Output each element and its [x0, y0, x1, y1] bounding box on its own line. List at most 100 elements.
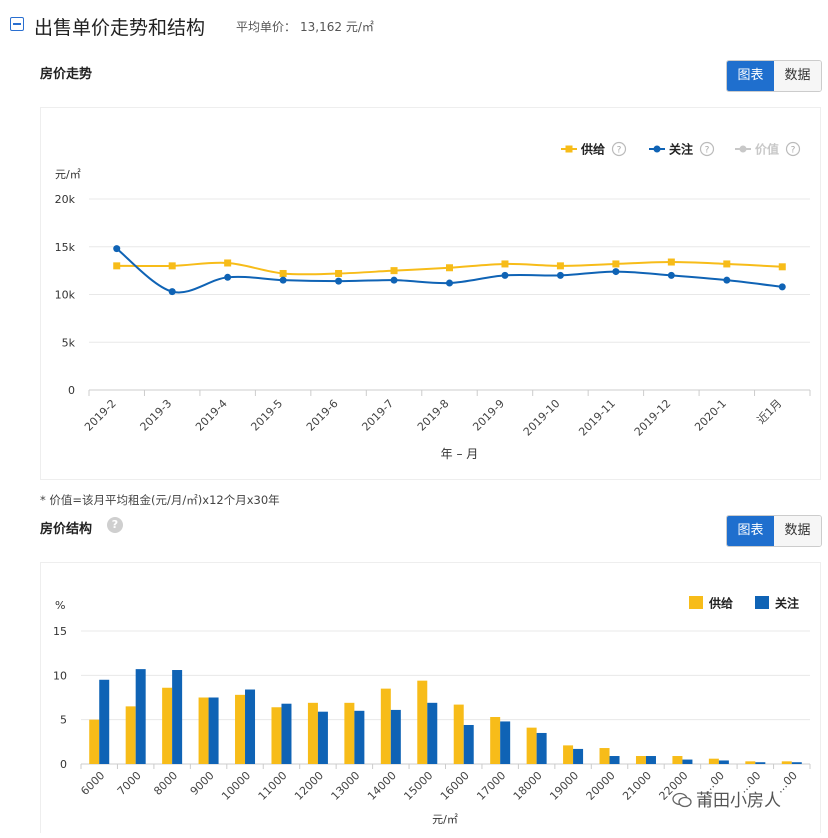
data-point [224, 273, 232, 281]
structure-section-title: 房价结构 [40, 522, 93, 537]
data-point [667, 258, 675, 266]
bar [99, 679, 110, 764]
x-tick-label: 21000 [620, 769, 654, 803]
x-tick-label: 2019-10 [521, 397, 563, 439]
bar [198, 697, 209, 764]
x-tick-label: 2019-8 [415, 397, 452, 434]
data-point [667, 271, 675, 279]
bar [573, 748, 584, 764]
y-tick-label: 0 [60, 758, 67, 771]
trend-chart-button[interactable]: 图表 [727, 61, 774, 91]
legend-label: 供给 [708, 596, 733, 611]
x-tick-label: 2019-7 [359, 397, 396, 434]
y-tick-label: 20k [55, 193, 76, 206]
average-price-label: 平均单价： [236, 20, 297, 34]
data-point [335, 269, 343, 277]
x-tick-label: 2019-4 [193, 397, 230, 434]
x-tick-label: 2019-11 [576, 397, 618, 439]
trend-data-button[interactable]: 数据 [774, 61, 821, 91]
bar [453, 704, 464, 764]
structure-view-toggle: 图表 数据 [726, 515, 822, 547]
average-price: 平均单价： 13,162 元/㎡ [236, 18, 378, 35]
bar [745, 761, 756, 764]
bar [609, 756, 620, 764]
legend-item[interactable]: 供给? [561, 142, 627, 157]
x-tick-label: 8000 [151, 769, 180, 798]
legend-marker [653, 145, 661, 153]
help-icon-glyph: ? [791, 146, 796, 156]
data-point [556, 262, 564, 270]
x-tick-label: 19000 [547, 769, 581, 803]
legend-label: 供给 [580, 142, 605, 157]
data-point [723, 276, 731, 284]
y-tick-label: 10k [55, 289, 76, 302]
data-point [723, 260, 731, 268]
x-tick-label: 2019-9 [470, 397, 507, 434]
data-point [778, 263, 786, 271]
help-icon-glyph: ? [705, 146, 710, 156]
bar [390, 709, 401, 764]
bar [172, 670, 183, 764]
x-axis-label: 年 – 月 [441, 447, 479, 461]
legend-label: 关注 [775, 596, 799, 611]
structure-help-icon[interactable]: ? [107, 517, 123, 533]
x-tick-label: 17000 [474, 769, 508, 803]
data-point [113, 245, 121, 253]
bar [427, 702, 438, 764]
bar [708, 758, 719, 764]
page-title: 出售单价走势和结构 [34, 17, 206, 39]
data-point [390, 276, 398, 284]
y-axis-label: 元/㎡ [55, 168, 81, 181]
data-point [612, 268, 620, 276]
x-tick-label: 2019-6 [304, 397, 341, 434]
bar [245, 689, 256, 764]
data-point [612, 260, 620, 268]
y-tick-label: 0 [68, 384, 75, 397]
bar [354, 710, 365, 764]
x-tick-label: 20000 [584, 769, 618, 803]
structure-chart-button[interactable]: 图表 [727, 516, 774, 546]
legend-item[interactable]: 供给 [689, 596, 733, 611]
legend-item[interactable]: 关注 [755, 596, 799, 611]
bar [162, 687, 173, 764]
trend-chart-panel: 0 5k 10k 15k 20k 元/㎡ 2019-2 2019-3 2019-4 2019-5 2… [40, 107, 821, 480]
x-tick-label: 16000 [438, 769, 472, 803]
bar [125, 706, 136, 764]
bar [500, 721, 511, 764]
collapse-icon[interactable] [10, 17, 24, 31]
legend-label: 关注 [669, 142, 693, 157]
data-point [446, 264, 453, 272]
trend-view-toggle: 图表 数据 [726, 60, 822, 92]
bar [791, 762, 802, 764]
structure-data-button[interactable]: 数据 [774, 516, 821, 546]
data-point [224, 259, 232, 267]
x-tick-label: 7000 [115, 769, 144, 798]
legend-marker [565, 145, 573, 153]
bar [718, 760, 729, 764]
x-tick-label: 2020-1 [692, 397, 729, 434]
legend-item[interactable]: 价值? [735, 142, 801, 157]
x-tick-label: 2019-5 [248, 397, 285, 434]
legend-item[interactable]: 关注? [649, 142, 715, 157]
x-tick-label: 6000 [78, 769, 107, 798]
bar [526, 727, 537, 764]
data-point [501, 271, 509, 279]
x-tick-label: 14000 [365, 769, 399, 803]
data-point [335, 277, 343, 285]
data-point [279, 269, 287, 277]
bar [682, 759, 693, 764]
x-tick-label: 11000 [256, 769, 290, 803]
data-point [778, 283, 786, 291]
watermark-text: 莆田小房人 [696, 791, 781, 811]
bar [317, 711, 328, 764]
average-price-value: 13,162 元/㎡ [300, 20, 374, 34]
x-tick-label: 2019-12 [632, 397, 674, 439]
x-tick-label: 2019-2 [82, 397, 119, 434]
trend-section-title: 房价走势 [40, 67, 93, 82]
legend-label: 价值 [755, 142, 779, 157]
bar [755, 762, 766, 764]
y-tick-label: 15 [53, 625, 67, 638]
data-point [113, 262, 121, 270]
bar [344, 702, 355, 764]
legend-swatch [689, 596, 703, 609]
